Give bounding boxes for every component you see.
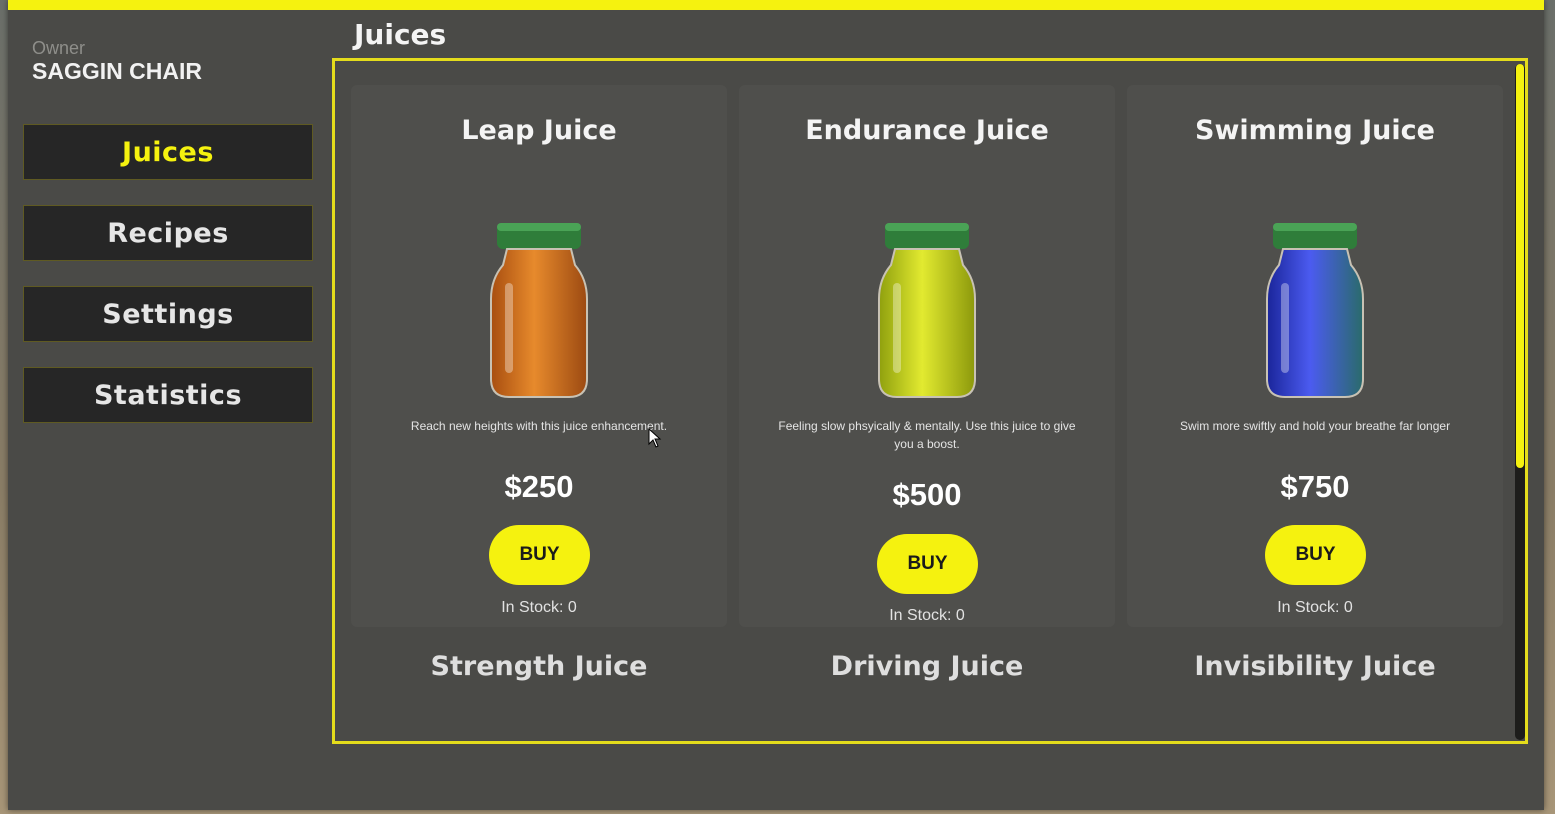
owner-label: Owner xyxy=(32,38,86,58)
mouse-cursor-icon xyxy=(648,428,662,448)
product-card-swimming: Swimming Juice Swim more swiftly and hol… xyxy=(1127,85,1503,627)
nav-recipes[interactable]: Recipes xyxy=(23,205,313,261)
product-title-invisibility: Invisibility Juice xyxy=(1194,651,1436,682)
buy-button[interactable]: BUY xyxy=(877,534,978,594)
product-title-driving: Driving Juice xyxy=(830,651,1024,682)
yellow-juice-jar-icon xyxy=(878,223,976,398)
owner-name: SAGGIN CHAIR xyxy=(32,58,202,84)
product-title-strength: Strength Juice xyxy=(430,651,648,682)
product-description: Feeling slow phsyically & mentally. Use … xyxy=(778,419,1076,451)
juice-shop-panel: Owner SAGGIN CHAIR Juices Recipes Settin… xyxy=(8,0,1544,810)
product-card-endurance: Endurance Juice Feeling slow phsyically … xyxy=(739,85,1115,627)
product-card-leap: Leap Juice Reach new heights with this j… xyxy=(351,85,727,627)
product-title: Swimming Juice xyxy=(1195,115,1435,146)
product-price: $250 xyxy=(504,469,574,504)
page-title: Juices xyxy=(354,18,447,51)
buy-button[interactable]: BUY xyxy=(1265,525,1366,585)
blue-juice-jar-icon xyxy=(1266,223,1364,398)
product-grid: Leap Juice Reach new heights with this j… xyxy=(332,58,1528,744)
top-accent-bar xyxy=(8,0,1544,10)
stock-count: In Stock: 0 xyxy=(1277,599,1353,616)
product-title: Endurance Juice xyxy=(805,115,1049,146)
scrollbar-thumb[interactable] xyxy=(1516,64,1524,468)
product-description: Swim more swiftly and hold your breathe … xyxy=(1179,419,1451,433)
product-title: Leap Juice xyxy=(461,115,617,146)
nav-juices[interactable]: Juices xyxy=(23,124,313,180)
buy-button[interactable]: BUY xyxy=(489,525,590,585)
orange-juice-jar-icon xyxy=(490,223,588,398)
nav-settings[interactable]: Settings xyxy=(23,286,313,342)
stock-count: In Stock: 0 xyxy=(501,599,577,616)
stock-count: In Stock: 0 xyxy=(889,607,965,624)
product-price: $500 xyxy=(892,477,962,512)
nav-statistics[interactable]: Statistics xyxy=(23,367,313,423)
product-price: $750 xyxy=(1280,469,1350,504)
